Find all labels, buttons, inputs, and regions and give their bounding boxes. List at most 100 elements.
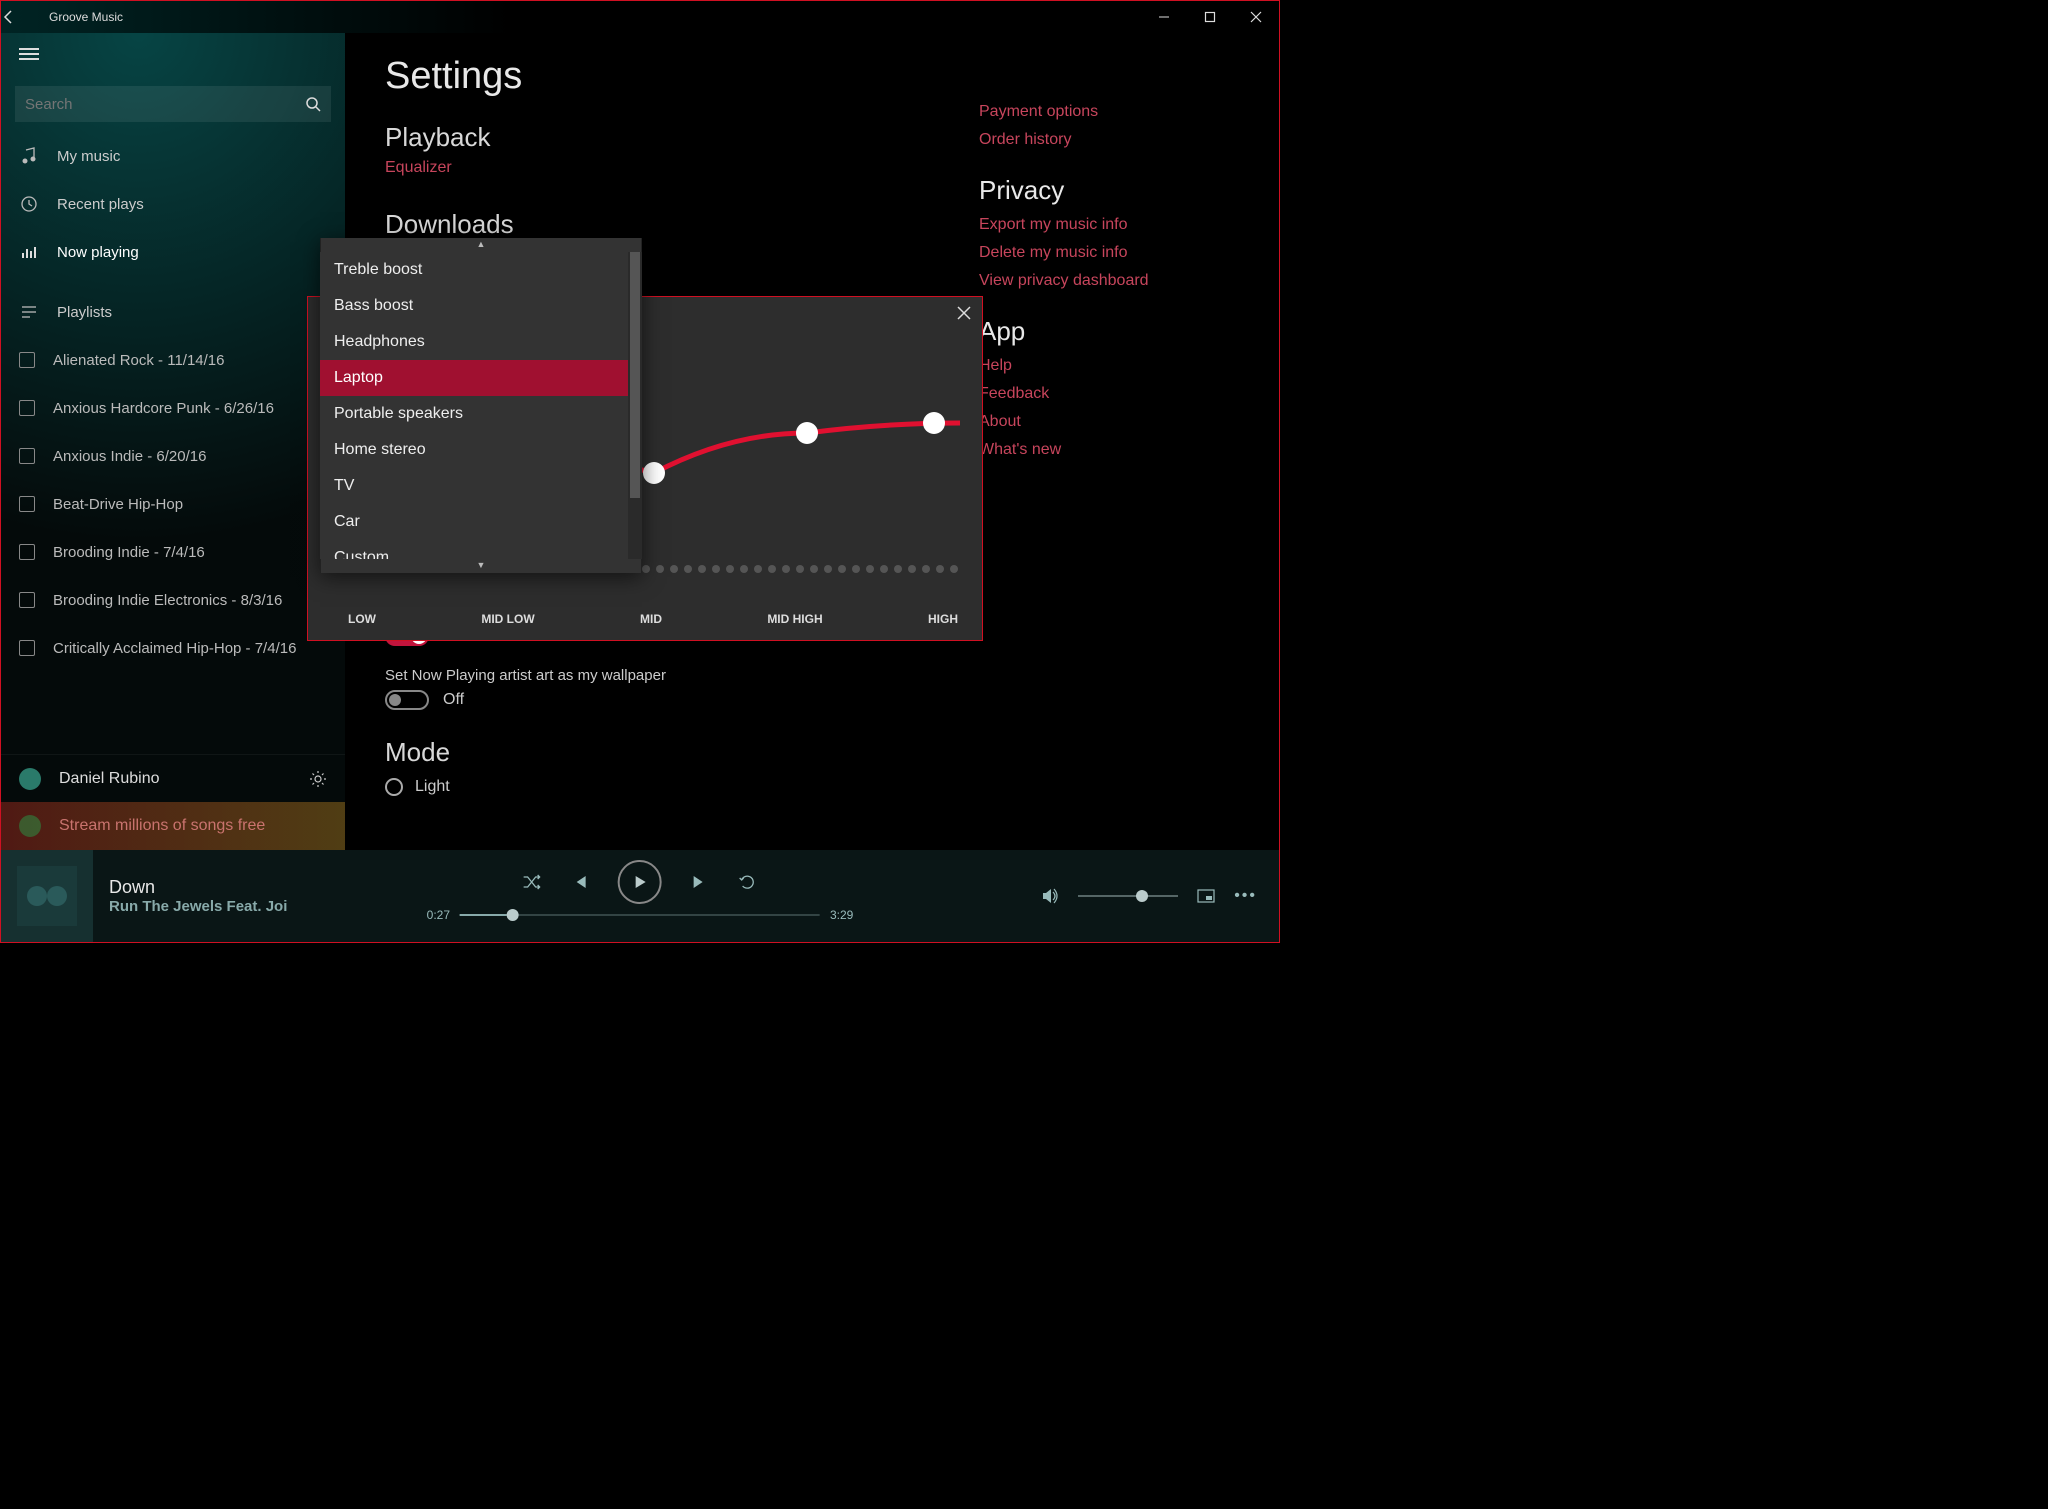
preset-option-treble-boost[interactable]: Treble boost: [320, 252, 628, 288]
nav-my-music[interactable]: My music: [1, 132, 345, 180]
bars-icon: [19, 243, 39, 261]
radio-icon: [385, 778, 403, 796]
nav-recent-plays[interactable]: Recent plays: [1, 180, 345, 228]
shuffle-button[interactable]: [522, 872, 542, 892]
preset-option-bass-boost[interactable]: Bass boost: [320, 288, 628, 324]
maximize-button[interactable]: [1187, 1, 1233, 33]
link-delete-music-info[interactable]: Delete my music info: [979, 244, 1239, 262]
toggle-wallpaper[interactable]: Off: [385, 690, 464, 710]
nav-now-playing[interactable]: Now playing: [1, 228, 345, 276]
album-icon: [19, 400, 35, 416]
duration-time: 3:29: [830, 908, 853, 922]
band-label: HIGH: [928, 612, 958, 626]
user-row[interactable]: Daniel Rubino: [1, 754, 345, 802]
equalizer-preset-dropdown[interactable]: ▲ Treble boost Bass boost Headphones Lap…: [320, 238, 642, 573]
scroll-up-button[interactable]: ▲: [320, 238, 642, 252]
preset-option-laptop[interactable]: Laptop: [320, 360, 628, 396]
search-input[interactable]: [15, 86, 331, 122]
toggle-state: Off: [443, 691, 464, 709]
play-button[interactable]: [618, 860, 662, 904]
link-help[interactable]: Help: [979, 357, 1239, 375]
section-privacy: Privacy: [979, 175, 1239, 206]
album-icon: [19, 544, 35, 560]
preset-option-tv[interactable]: TV: [320, 468, 628, 504]
link-export-music-info[interactable]: Export my music info: [979, 216, 1239, 234]
playlist-item[interactable]: Anxious Indie - 6/20/16: [1, 432, 345, 480]
playlist-item[interactable]: Anxious Hardcore Punk - 6/26/16: [1, 384, 345, 432]
search-icon: [305, 96, 321, 112]
now-playing-view-button[interactable]: [1196, 886, 1216, 906]
track-artist: Run The Jewels Feat. Joi: [109, 898, 287, 915]
playlist-label: Anxious Hardcore Punk - 6/26/16: [53, 400, 274, 417]
sidebar: My music Recent plays Now playing Playli…: [1, 33, 345, 850]
back-button[interactable]: [1, 9, 49, 25]
preset-option-home-stereo[interactable]: Home stereo: [320, 432, 628, 468]
link-payment-options[interactable]: Payment options: [979, 103, 1239, 121]
title-bar: Groove Music: [1, 1, 1279, 33]
link-whats-new[interactable]: What's new: [979, 441, 1239, 459]
spotify-icon: [19, 815, 41, 837]
settings-gear-icon[interactable]: [309, 770, 327, 788]
close-icon[interactable]: [956, 305, 972, 321]
repeat-button[interactable]: [738, 872, 758, 892]
album-icon: [19, 640, 35, 656]
album-icon: [19, 496, 35, 512]
radio-label: Light: [415, 778, 450, 796]
link-feedback[interactable]: Feedback: [979, 385, 1239, 403]
playlist-item[interactable]: Critically Acclaimed Hip-Hop - 7/4/16: [1, 624, 345, 672]
preset-option-car[interactable]: Car: [320, 504, 628, 540]
progress-bar[interactable]: [460, 914, 820, 916]
avatar: [19, 768, 41, 790]
section-mode: Mode: [385, 737, 1239, 768]
link-order-history[interactable]: Order history: [979, 131, 1239, 149]
hamburger-button[interactable]: [1, 33, 345, 80]
album-icon: [19, 352, 35, 368]
preset-option-headphones[interactable]: Headphones: [320, 324, 628, 360]
band-label: MID: [640, 612, 662, 626]
playlist-label: Brooding Indie - 7/4/16: [53, 544, 205, 561]
volume-icon[interactable]: [1040, 886, 1060, 906]
playlist-item[interactable]: Brooding Indie - 7/4/16: [1, 528, 345, 576]
album-art[interactable]: [1, 850, 93, 942]
elapsed-time: 0:27: [427, 908, 450, 922]
playlist-item[interactable]: Alienated Rock - 11/14/16: [1, 336, 345, 384]
promo-label: Stream millions of songs free: [59, 817, 265, 835]
user-name: Daniel Rubino: [59, 770, 160, 788]
dropdown-scrollbar[interactable]: [628, 252, 642, 559]
volume-knob[interactable]: [1136, 890, 1148, 902]
track-title: Down: [109, 877, 287, 898]
album-icon: [19, 592, 35, 608]
clock-icon: [19, 195, 39, 213]
progress-knob[interactable]: [507, 909, 519, 921]
scroll-down-button[interactable]: ▼: [320, 559, 642, 573]
music-note-icon: [19, 147, 39, 165]
app-title: Groove Music: [49, 10, 123, 24]
search-field[interactable]: [25, 96, 305, 113]
page-title: Settings: [385, 55, 1239, 98]
playlist-item[interactable]: Beat-Drive Hip-Hop: [1, 480, 345, 528]
previous-button[interactable]: [570, 872, 590, 892]
playlist-label: Beat-Drive Hip-Hop: [53, 496, 183, 513]
playlist-label: Critically Acclaimed Hip-Hop - 7/4/16: [53, 640, 296, 657]
promo-banner[interactable]: Stream millions of songs free: [1, 802, 345, 850]
preset-option-portable-speakers[interactable]: Portable speakers: [320, 396, 628, 432]
link-about[interactable]: About: [979, 413, 1239, 431]
wallpaper-label: Set Now Playing artist art as my wallpap…: [385, 667, 1239, 684]
settings-right-column: Payment options Order history Privacy Ex…: [979, 93, 1239, 469]
close-button[interactable]: [1233, 1, 1279, 33]
playlist-item[interactable]: Brooding Indie Electronics - 8/3/16: [1, 576, 345, 624]
player-bar: Down Run The Jewels Feat. Joi 0:27 3:29 …: [1, 850, 1279, 942]
playlist-icon: [19, 303, 39, 321]
link-privacy-dashboard[interactable]: View privacy dashboard: [979, 272, 1239, 290]
nav-label: Now playing: [57, 244, 139, 261]
scrollbar-thumb[interactable]: [630, 252, 640, 498]
nav-playlists[interactable]: Playlists: [1, 288, 345, 336]
next-button[interactable]: [690, 872, 710, 892]
section-app: App: [979, 316, 1239, 347]
more-button[interactable]: •••: [1234, 887, 1257, 905]
volume-slider[interactable]: [1078, 895, 1178, 897]
minimize-button[interactable]: [1141, 1, 1187, 33]
nav-label: Playlists: [57, 304, 112, 321]
mode-light-radio[interactable]: Light: [385, 778, 1239, 796]
playlist-label: Brooding Indie Electronics - 8/3/16: [53, 592, 282, 609]
